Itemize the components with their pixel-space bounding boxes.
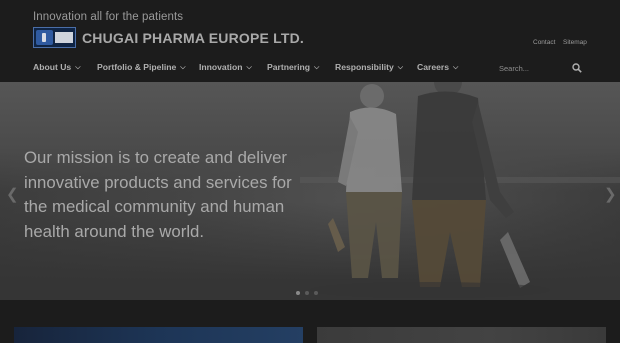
chevron-left-icon[interactable]: ❮ xyxy=(6,185,19,203)
chevron-down-icon: ⌵ xyxy=(397,64,404,71)
mission-line: health around the world. xyxy=(24,221,205,241)
chugai-logo-icon[interactable] xyxy=(33,27,76,48)
nav-item-innovation[interactable]: Innovation ⌵ xyxy=(199,62,252,73)
mission-line: the medical community and human xyxy=(24,197,285,216)
nav-item-portfolio-pipeline[interactable]: Portfolio & Pipeline ⌵ xyxy=(97,62,186,73)
carousel-dot[interactable] xyxy=(296,291,300,295)
contact-link[interactable]: Contact xyxy=(533,39,555,46)
chevron-down-icon: ⌵ xyxy=(246,64,252,71)
nav-item-label: About Us xyxy=(33,62,72,72)
hero-carousel: Our mission is to create and deliver inn… xyxy=(0,82,620,300)
nav-item-about-us[interactable]: About Us ⌵ xyxy=(33,62,81,73)
carousel-dots xyxy=(296,291,318,295)
tagline: Innovation all for the patients xyxy=(33,11,184,23)
main-nav: About Us ⌵ Portfolio & Pipeline ⌵ Innovati… xyxy=(0,57,620,81)
mission-statement: Our mission is to create and deliver inn… xyxy=(24,146,314,244)
logo-mark xyxy=(36,30,53,45)
mission-line: Our mission is to create and deliver xyxy=(24,148,288,167)
nav-item-label: Responsibility xyxy=(335,62,394,72)
chevron-down-icon: ⌵ xyxy=(453,64,459,71)
logo-wordmark xyxy=(55,32,73,43)
chevron-down-icon: ⌵ xyxy=(180,64,186,71)
search-box xyxy=(499,60,585,77)
site-header: Innovation all for the patients CHUGAI P… xyxy=(0,0,620,82)
nav-item-label: Portfolio & Pipeline xyxy=(97,62,177,72)
page: Innovation all for the patients CHUGAI P… xyxy=(0,0,620,343)
nav-item-partnering[interactable]: Partnering ⌵ xyxy=(267,62,319,73)
mission-line: innovative products and services for xyxy=(24,172,292,192)
chevron-right-icon[interactable]: ❯ xyxy=(604,185,617,203)
nav-item-label: Careers xyxy=(417,62,450,72)
feature-card-right[interactable] xyxy=(317,327,606,343)
nav-item-responsibility[interactable]: Responsibility ⌵ xyxy=(335,62,403,73)
nav-item-careers[interactable]: Careers ⌵ xyxy=(417,62,458,73)
feature-card-left[interactable] xyxy=(14,327,303,343)
nav-item-label: Innovation xyxy=(199,62,243,72)
search-input[interactable] xyxy=(499,61,565,76)
carousel-dot[interactable] xyxy=(305,291,309,295)
chevron-down-icon: ⌵ xyxy=(75,64,81,71)
sitemap-link[interactable]: Sitemap xyxy=(563,39,587,46)
chevron-down-icon: ⌵ xyxy=(313,64,320,71)
carousel-dot[interactable] xyxy=(314,291,318,295)
search-icon[interactable] xyxy=(572,63,582,73)
company-name[interactable]: CHUGAI PHARMA EUROPE LTD. xyxy=(82,30,304,46)
nav-item-label: Partnering xyxy=(267,62,310,72)
